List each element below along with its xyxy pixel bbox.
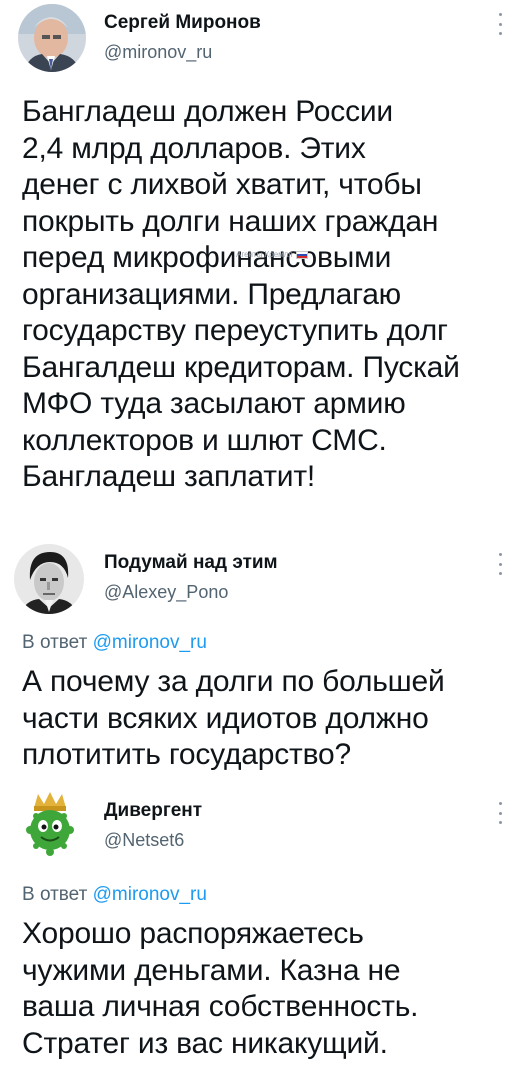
user-handle[interactable]: @Netset6 bbox=[104, 830, 184, 851]
more-options-button[interactable] bbox=[498, 553, 502, 575]
avatar[interactable] bbox=[14, 788, 86, 860]
avatar[interactable] bbox=[18, 4, 86, 72]
russian-flag-icon bbox=[295, 250, 308, 259]
more-options-button[interactable] bbox=[498, 802, 502, 824]
more-options-button[interactable] bbox=[498, 13, 502, 35]
user-handle[interactable]: @Alexey_Pono bbox=[104, 582, 228, 603]
tweet-text: Хорошо распоряжаетесь чужими деньгами. К… bbox=[22, 917, 419, 1060]
avatar[interactable] bbox=[14, 544, 84, 614]
more-vertical-icon bbox=[498, 802, 502, 805]
reply-prefix: В ответ bbox=[22, 884, 88, 905]
reply-context: В ответ @mironov_ru bbox=[22, 632, 207, 654]
watermark: Агенты Кремля bbox=[236, 250, 308, 259]
user-name[interactable]: Сергей Миронов bbox=[104, 12, 261, 34]
reply-to-link[interactable]: @mironov_ru bbox=[93, 632, 207, 653]
more-vertical-icon bbox=[498, 553, 502, 556]
more-vertical-icon bbox=[498, 13, 502, 16]
tweet-text: А почему за долги по большей части всяки… bbox=[22, 665, 445, 771]
user-name[interactable]: Дивергент bbox=[104, 800, 202, 822]
user-name[interactable]: Подумай над этим bbox=[104, 552, 278, 574]
reply-prefix: В ответ bbox=[22, 632, 88, 653]
reply-context: В ответ @mironov_ru bbox=[22, 884, 207, 906]
reply-to-link[interactable]: @mironov_ru bbox=[93, 884, 207, 905]
user-handle[interactable]: @mironov_ru bbox=[104, 42, 212, 63]
tweet-text: Бангладеш должен России 2,4 млрд долларо… bbox=[22, 95, 460, 493]
watermark-text: Агенты Кремля bbox=[236, 250, 293, 259]
